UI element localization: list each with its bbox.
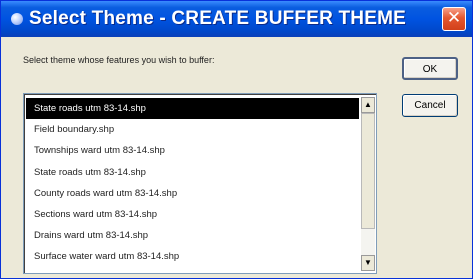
globe-icon xyxy=(11,13,23,25)
up-arrow-icon: ▲ xyxy=(364,100,372,109)
scroll-up-button[interactable]: ▲ xyxy=(361,97,375,113)
close-icon: ✕ xyxy=(446,8,462,28)
theme-list-item[interactable]: State roads utm 83-14.shp xyxy=(26,162,359,183)
scroll-thumb[interactable] xyxy=(361,113,375,229)
down-arrow-icon: ▼ xyxy=(364,258,372,267)
theme-list: State roads utm 83-14.shp Field boundary.… xyxy=(26,98,359,268)
theme-list-item[interactable]: State roads utm 83-14.shp xyxy=(26,98,359,120)
title-bar[interactable]: Select Theme - CREATE BUFFER THEME ✕ xyxy=(1,1,472,37)
theme-list-item[interactable]: County roads ward utm 83-14.shp xyxy=(26,183,359,204)
select-theme-dialog: Select Theme - CREATE BUFFER THEME ✕ Sel… xyxy=(0,0,473,279)
theme-list-item[interactable]: Drains ward utm 83-14.shp xyxy=(26,225,359,246)
theme-list-item[interactable]: Surface water ward utm 83-14.shp xyxy=(26,246,359,267)
theme-listbox[interactable]: State roads utm 83-14.shp Field boundary.… xyxy=(23,93,377,274)
vertical-scrollbar[interactable]: ▲ ▼ xyxy=(361,97,375,271)
theme-list-item[interactable]: Sections ward utm 83-14.shp xyxy=(26,204,359,225)
theme-prompt-label: Select theme whose features you wish to … xyxy=(23,55,215,65)
ok-button[interactable]: OK xyxy=(402,57,458,80)
scroll-down-button[interactable]: ▼ xyxy=(361,255,375,271)
theme-list-item[interactable]: Field boundary.shp xyxy=(26,119,359,140)
cancel-button[interactable]: Cancel xyxy=(402,94,458,117)
scroll-track[interactable] xyxy=(361,113,375,255)
close-button[interactable]: ✕ xyxy=(442,7,466,31)
window-title: Select Theme - CREATE BUFFER THEME xyxy=(29,8,406,29)
theme-list-item[interactable]: Townships ward utm 83-14.shp xyxy=(26,140,359,161)
